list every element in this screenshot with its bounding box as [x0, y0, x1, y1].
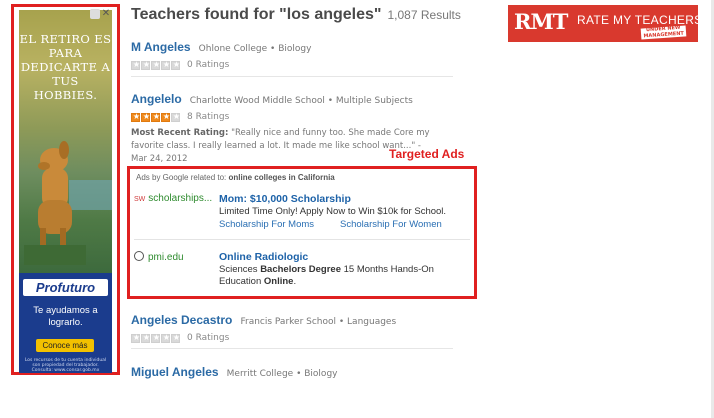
adchoices-icon[interactable]	[90, 9, 100, 19]
most-recent-rating: Most Recent Rating: "Really nice and fun…	[131, 128, 430, 164]
teacher-name-link[interactable]: Angelelo	[131, 92, 182, 106]
ad-source[interactable]: pmi.edu	[134, 251, 184, 263]
ad-description: Sciences Bachelors Degree 15 Months Hand…	[219, 264, 434, 287]
star-icon	[131, 333, 141, 343]
teacher-name-link[interactable]: Miguel Angeles	[131, 365, 219, 379]
star-icon	[161, 60, 171, 70]
ad-brand-logo: Profuturo	[23, 279, 108, 296]
ad-cta-button[interactable]: Conoce más	[36, 339, 94, 352]
left-banner-ad[interactable]: EL RETIRO ES PARA DEDICARTE A TUS HOBBIE…	[11, 4, 120, 375]
teacher-result: Miguel Angeles Merritt College • Biology	[131, 361, 453, 380]
ad-description: Limited Time Only! Apply Now to Win $10k…	[219, 206, 447, 217]
globe-icon	[134, 251, 144, 261]
results-count: 1,087 Results	[387, 8, 461, 22]
targeted-ads-annotation: Targeted Ads	[389, 147, 465, 161]
ad-tagline: Te ayudamos a lograrlo.	[33, 305, 98, 328]
star-icon	[141, 333, 151, 343]
star-icon	[151, 112, 161, 122]
ad-sitelinks: Scholarship For Moms Scholarship For Wome…	[219, 219, 468, 230]
close-ad-icon[interactable]: ✕	[101, 9, 111, 19]
rating-stars: 0 Ratings	[131, 60, 453, 70]
teacher-school: Francis Parker School • Languages	[240, 317, 397, 327]
ratings-count: 8 Ratings	[187, 112, 230, 122]
teacher-school: Merritt College • Biology	[226, 369, 338, 379]
teacher-school: Charlotte Wood Middle School • Multiple …	[189, 96, 413, 106]
ad-source[interactable]: SW scholarships...	[134, 193, 212, 204]
star-icon	[171, 333, 181, 343]
ad-sitelink[interactable]: Scholarship For Women	[340, 219, 442, 230]
ad-headline: EL RETIRO ES PARA DEDICARTE A TUS HOBBIE…	[19, 32, 112, 102]
teacher-name-link[interactable]: M Angeles	[131, 40, 191, 54]
rating-stars: 0 Ratings	[131, 333, 453, 343]
logo-stamp: UNDER NEW MANAGEMENT	[640, 25, 687, 40]
rate-my-teachers-logo[interactable]: RMT RATE MY TEACHERS UNDER NEW MANAGEMEN…	[508, 5, 702, 42]
ad-sitelink[interactable]: Scholarship For Moms	[219, 219, 314, 230]
dog-illustration-icon	[24, 141, 86, 265]
star-icon	[161, 112, 171, 122]
ad-fine-print: Los recursos de tu cuenta individual son…	[24, 358, 107, 373]
result-divider	[131, 348, 453, 349]
result-divider	[131, 76, 453, 77]
ratings-count: 0 Ratings	[187, 333, 230, 343]
google-ads-box: Ads by Google related to: online college…	[127, 166, 477, 299]
ads-by-google-header: Ads by Google related to: online college…	[136, 173, 335, 182]
rating-stars: 8 Ratings	[131, 112, 453, 122]
results-heading: Teachers found for "los angeles" 1,087 Re…	[131, 6, 461, 24]
star-icon	[171, 60, 181, 70]
star-icon	[171, 112, 181, 122]
teacher-result: M Angeles Ohlone College • Biology 0 Rat…	[131, 36, 453, 70]
ad-artwork: EL RETIRO ES PARA DEDICARTE A TUS HOBBIE…	[19, 10, 112, 273]
teacher-school: Ohlone College • Biology	[198, 44, 312, 54]
recent-rating-date: Mar 24, 2012	[131, 154, 188, 164]
ad-promo-panel[interactable]: Profuturo Te ayudamos a lograrlo. Conoce…	[19, 273, 112, 373]
star-icon	[141, 112, 151, 122]
star-icon	[151, 333, 161, 343]
star-icon	[151, 60, 161, 70]
star-icon	[141, 60, 151, 70]
recent-rating-label: Most Recent Rating:	[131, 128, 229, 138]
scholarship-icon: SW	[134, 196, 146, 203]
star-icon	[131, 60, 141, 70]
results-title: Teachers found for "los angeles"	[131, 6, 382, 23]
ads-divider	[134, 239, 470, 240]
logo-mark: RMT	[514, 9, 568, 34]
ad-title-link[interactable]: Online Radiologic	[219, 251, 308, 263]
ratings-count: 0 Ratings	[187, 60, 230, 70]
star-icon	[161, 333, 171, 343]
ad-title-link[interactable]: Mom: $10,000 Scholarship	[219, 193, 351, 205]
teacher-name-link[interactable]: Angeles Decastro	[131, 313, 232, 327]
teacher-result: Angeles Decastro Francis Parker School •…	[131, 309, 453, 343]
star-icon	[131, 112, 141, 122]
